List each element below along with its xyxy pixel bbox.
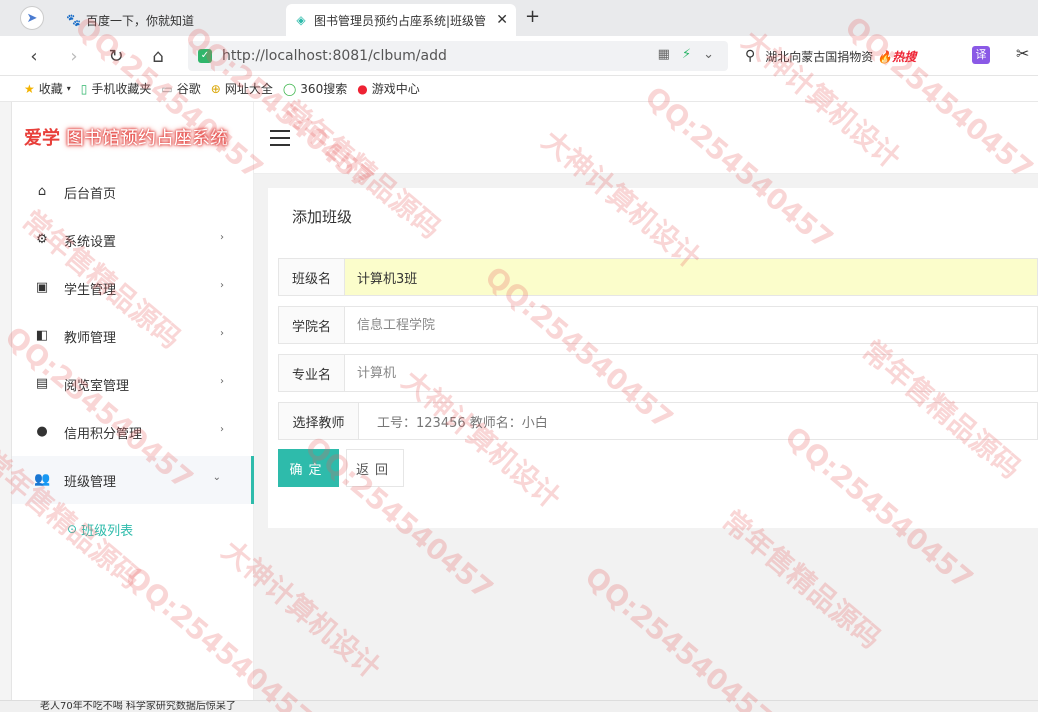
class-name-row: 班级名 [278, 258, 1038, 296]
address-bar[interactable]: ✓ http://localhost:8081/clbum/add ▦ ⚡ ⌄ [188, 41, 728, 71]
forward-arrow-icon[interactable]: › [62, 44, 86, 68]
page-title: 添加班级 [292, 208, 353, 226]
game-icon: ● [357, 81, 368, 96]
home-icon: ⌂ [37, 184, 47, 199]
college-row: 学院名 [278, 306, 1038, 344]
class-name-label: 班级名 [279, 259, 345, 295]
refresh-icon[interactable]: ↻ [104, 44, 128, 68]
page-icon: ▭ [161, 81, 173, 96]
major-row: 专业名 [278, 354, 1038, 392]
chevron-right-icon: › [220, 424, 224, 435]
sidebar-item-credit[interactable]: ● 信用积分管理 › [12, 408, 254, 456]
tab-baidu[interactable]: 🐾 百度一下，你就知道 [58, 4, 284, 36]
sidebar-item-reading-rooms[interactable]: ▤ 阅览室管理 › [12, 360, 254, 408]
sidebar-item-teachers[interactable]: ◧ 教师管理 › [12, 312, 254, 360]
bookmark-sites[interactable]: ⊕ 网址大全 [211, 80, 273, 97]
class-name-input[interactable] [345, 259, 1037, 295]
hamburger-menu-icon[interactable] [270, 130, 290, 146]
major-input[interactable] [345, 355, 1037, 391]
status-news-text: 老人70年不吃不喝 科学家研究数据后惊呆了 [40, 701, 236, 712]
chevron-right-icon: › [220, 376, 224, 387]
chevron-right-icon: › [220, 328, 224, 339]
circle-gear-icon: ⊙ [67, 522, 78, 536]
college-input[interactable] [345, 307, 1037, 343]
globe-icon: ⊕ [210, 81, 221, 96]
tab-title: 百度一下，你就知道 [86, 13, 195, 28]
search-text: 湖北向蒙古国捐物资 [765, 49, 874, 64]
hot-search-badge: 🔥热搜 [877, 49, 917, 64]
bookmark-favorites[interactable]: ★ 收藏 ▾ [24, 80, 71, 97]
home-icon[interactable]: ⌂ [146, 44, 170, 68]
address-url: http://localhost:8081/clbum/add [222, 48, 447, 64]
phone-icon: ▯ [80, 81, 88, 96]
teacher-label: 选择教师 [279, 403, 359, 439]
bookmark-games[interactable]: ● 游戏中心 [357, 80, 420, 97]
chevron-down-icon: ⌄ [212, 472, 221, 483]
shield-icon: ✓ [198, 49, 212, 63]
search-icon: ⚲ [745, 48, 756, 64]
book-icon: ▤ [35, 376, 49, 391]
teacher-board-icon: ◧ [35, 328, 49, 343]
status-bar: 老人70年不吃不喝 科学家研究数据后惊呆了 [0, 700, 1038, 712]
new-tab-plus-icon[interactable]: + [525, 6, 540, 27]
major-label: 专业名 [279, 355, 345, 391]
browser-tab-bar: ➤ 🐾 百度一下，你就知道 ◈ 图书管理员预约占座系统|班级管 ✕ + [0, 0, 1038, 36]
bookmark-360[interactable]: ◯ 360搜索 [283, 80, 347, 97]
chevron-down-icon[interactable]: ⌄ [703, 47, 714, 62]
teacher-row: 选择教师 工号：123456 教师名：小白 [278, 402, 1038, 440]
top-header [254, 102, 1038, 174]
star-icon: ★ [24, 81, 35, 96]
search-box[interactable]: ⚲ 湖北向蒙古国捐物资 🔥热搜 [745, 41, 955, 71]
chevron-right-icon: › [220, 280, 224, 291]
chevron-right-icon: › [220, 232, 224, 243]
back-button[interactable]: 返回 [346, 449, 404, 487]
browser-navigation-icon[interactable]: ➤ [20, 6, 44, 30]
back-arrow-icon[interactable]: ‹ [22, 44, 46, 68]
logo: 爱学 图书馆预约占座系统 [24, 128, 228, 149]
college-label: 学院名 [279, 307, 345, 343]
scissors-icon[interactable]: ✂ [1016, 44, 1029, 63]
bookmarks-bar: ★ 收藏 ▾ ▯ 手机收藏夹 ▭ 谷歌 ⊕ 网址大全 ◯ 360搜索 ● 游戏中… [0, 76, 1038, 102]
dropdown-icon: ▾ [66, 84, 71, 93]
bookmark-mobile[interactable]: ▯ 手机收藏夹 [81, 80, 152, 97]
teacher-select[interactable]: 工号：123456 教师名：小白 [359, 403, 548, 439]
student-badge-icon: ▣ [35, 280, 49, 295]
tab-title: 图书管理员预约占座系统|班级管 [314, 13, 487, 28]
tab-active-page[interactable]: ◈ 图书管理员预约占座系统|班级管 ✕ [286, 4, 516, 36]
diamond-icon: ◈ [296, 13, 306, 27]
people-icon: 👥 [34, 472, 51, 487]
translate-icon[interactable]: 译 [972, 46, 990, 64]
close-icon[interactable]: ✕ [496, 12, 508, 28]
qr-icon[interactable]: ▦ [658, 47, 670, 62]
bookmark-google[interactable]: ▭ 谷歌 [161, 80, 200, 97]
left-edge-strip [0, 102, 12, 700]
sidebar-item-home[interactable]: ⌂ 后台首页 [12, 168, 254, 216]
sidebar-menu: ⌂ 后台首页 ⚙ 系统设置 › ▣ 学生管理 › ◧ 教师管理 › ▤ 阅览室管… [12, 168, 254, 554]
paw-icon: 🐾 [66, 13, 81, 27]
lightning-icon[interactable]: ⚡ [682, 47, 691, 62]
sidebar-item-students[interactable]: ▣ 学生管理 › [12, 264, 254, 312]
sidebar-subitem-class-list[interactable]: ⊙ 班级列表 [12, 504, 254, 554]
confirm-button[interactable]: 确定 [278, 449, 339, 487]
main-content: 添加班级 班级名 学院名 专业名 选择教师 工号：123456 教师名：小白 确… [254, 102, 1038, 700]
gear-icon: ⚙ [36, 232, 48, 247]
person-icon: ● [36, 424, 48, 439]
sidebar-item-settings[interactable]: ⚙ 系统设置 › [12, 216, 254, 264]
search-circle-icon: ◯ [282, 81, 297, 96]
sidebar: 爱学 图书馆预约占座系统 ⌂ 后台首页 ⚙ 系统设置 › ▣ 学生管理 › ◧ … [12, 102, 254, 700]
browser-toolbar: ‹ › ↻ ⌂ ✓ http://localhost:8081/clbum/ad… [0, 36, 1038, 76]
sidebar-item-classes[interactable]: 👥 班级管理 ⌄ [12, 456, 254, 504]
